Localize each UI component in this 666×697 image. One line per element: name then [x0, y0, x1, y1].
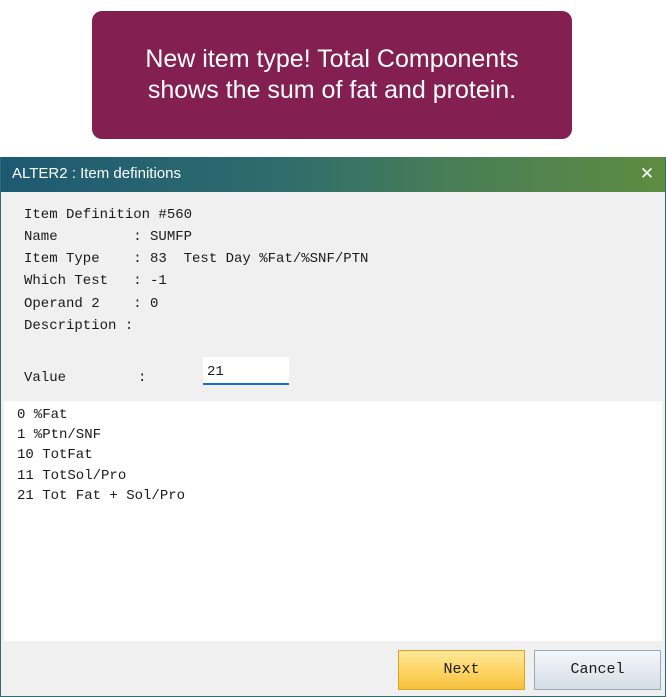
- tutorial-callout: New item type! Total Components shows th…: [92, 11, 572, 139]
- callout-line-2: shows the sum of fat and protein.: [147, 76, 517, 104]
- button-bar: Next Cancel: [4, 642, 662, 696]
- list-item: 21 Tot Fat + Sol/Pro: [17, 488, 186, 504]
- value-label: Value: [24, 370, 67, 386]
- next-button[interactable]: Next: [398, 650, 525, 690]
- operand-2-line: Operand 2 : 0: [24, 296, 159, 312]
- list-item: 0 %Fat: [17, 407, 68, 423]
- cancel-button[interactable]: Cancel: [534, 650, 661, 690]
- list-item: 1 %Ptn/SNF: [17, 427, 102, 443]
- window-title: ALTER2 : Item definitions: [12, 165, 181, 182]
- which-test-line: Which Test : -1: [24, 273, 167, 289]
- value-colon: :: [138, 370, 147, 386]
- item-type-line: Item Type : 83 Test Day %Fat/%SNF/PTN: [24, 251, 369, 267]
- title-bar[interactable]: ALTER2 : Item definitions ✕: [1, 157, 665, 192]
- callout-line-1: New item type! Total Components: [145, 45, 519, 73]
- item-name-line: Name : SUMFP: [24, 229, 193, 245]
- list-item: 10 TotFat: [17, 447, 93, 463]
- item-definition-number: Item Definition #560: [24, 207, 193, 223]
- close-icon[interactable]: ✕: [635, 162, 659, 186]
- value-input[interactable]: [203, 357, 289, 385]
- option-list: 0 %Fat 1 %Ptn/SNF 10 TotFat 11 TotSol/Pr…: [4, 401, 662, 641]
- item-definitions-dialog: ALTER2 : Item definitions ✕ Item Definit…: [0, 157, 666, 697]
- description-line: Description :: [24, 318, 134, 334]
- list-item: 11 TotSol/Pro: [17, 468, 127, 484]
